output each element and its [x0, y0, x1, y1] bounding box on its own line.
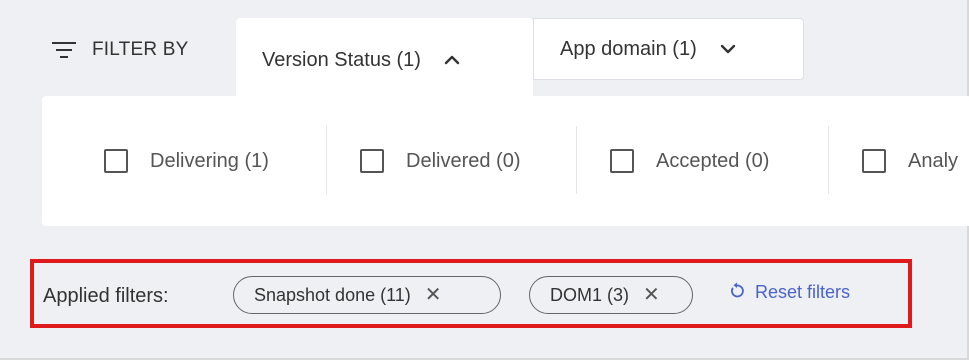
checkbox-delivering[interactable]	[104, 149, 128, 173]
chip-dom1[interactable]: DOM1 (3) ✕	[529, 276, 693, 314]
option-analyzed[interactable]: Analy	[862, 96, 958, 226]
reset-icon	[729, 281, 745, 304]
applied-filters-label: Applied filters:	[43, 285, 169, 307]
filter-by-label: FILTER BY	[92, 39, 189, 60]
close-icon[interactable]: ✕	[643, 285, 660, 305]
chevron-up-icon	[443, 51, 461, 69]
filter-by-header: FILTER BY	[52, 36, 188, 64]
checkbox-analyzed[interactable]	[862, 149, 886, 173]
option-accepted-label: Accepted (0)	[656, 149, 770, 172]
option-analyzed-label: Analy	[908, 149, 959, 172]
tab-app-domain[interactable]: App domain (1)	[533, 18, 804, 80]
chip-snapshot-done-label: Snapshot done (11)	[254, 284, 411, 305]
checkbox-accepted[interactable]	[610, 149, 634, 173]
filter-region: FILTER BY Version Status (1) App domain …	[0, 0, 969, 360]
checkbox-delivered[interactable]	[360, 149, 384, 173]
chip-snapshot-done[interactable]: Snapshot done (11) ✕	[233, 276, 501, 314]
option-delivering[interactable]: Delivering (1)	[104, 96, 269, 226]
tab-app-domain-label: App domain (1)	[560, 37, 697, 60]
option-delivered[interactable]: Delivered (0)	[360, 96, 520, 226]
divider	[828, 126, 829, 194]
divider	[326, 126, 327, 194]
reset-filters-button[interactable]: Reset filters	[729, 281, 850, 304]
close-icon[interactable]: ✕	[425, 285, 442, 305]
divider	[576, 126, 577, 194]
filter-icon	[52, 42, 76, 58]
option-delivering-label: Delivering (1)	[150, 149, 269, 172]
chip-dom1-label: DOM1 (3)	[550, 284, 630, 305]
reset-filters-label: Reset filters	[755, 282, 851, 302]
tab-version-status-label: Version Status (1)	[262, 48, 421, 71]
chevron-down-icon	[719, 40, 737, 58]
option-delivered-label: Delivered (0)	[406, 149, 521, 172]
status-options-panel: Delivering (1) Delivered (0) Accepted (0…	[42, 96, 969, 226]
option-accepted[interactable]: Accepted (0)	[610, 96, 769, 226]
tab-version-status[interactable]: Version Status (1)	[236, 18, 533, 102]
